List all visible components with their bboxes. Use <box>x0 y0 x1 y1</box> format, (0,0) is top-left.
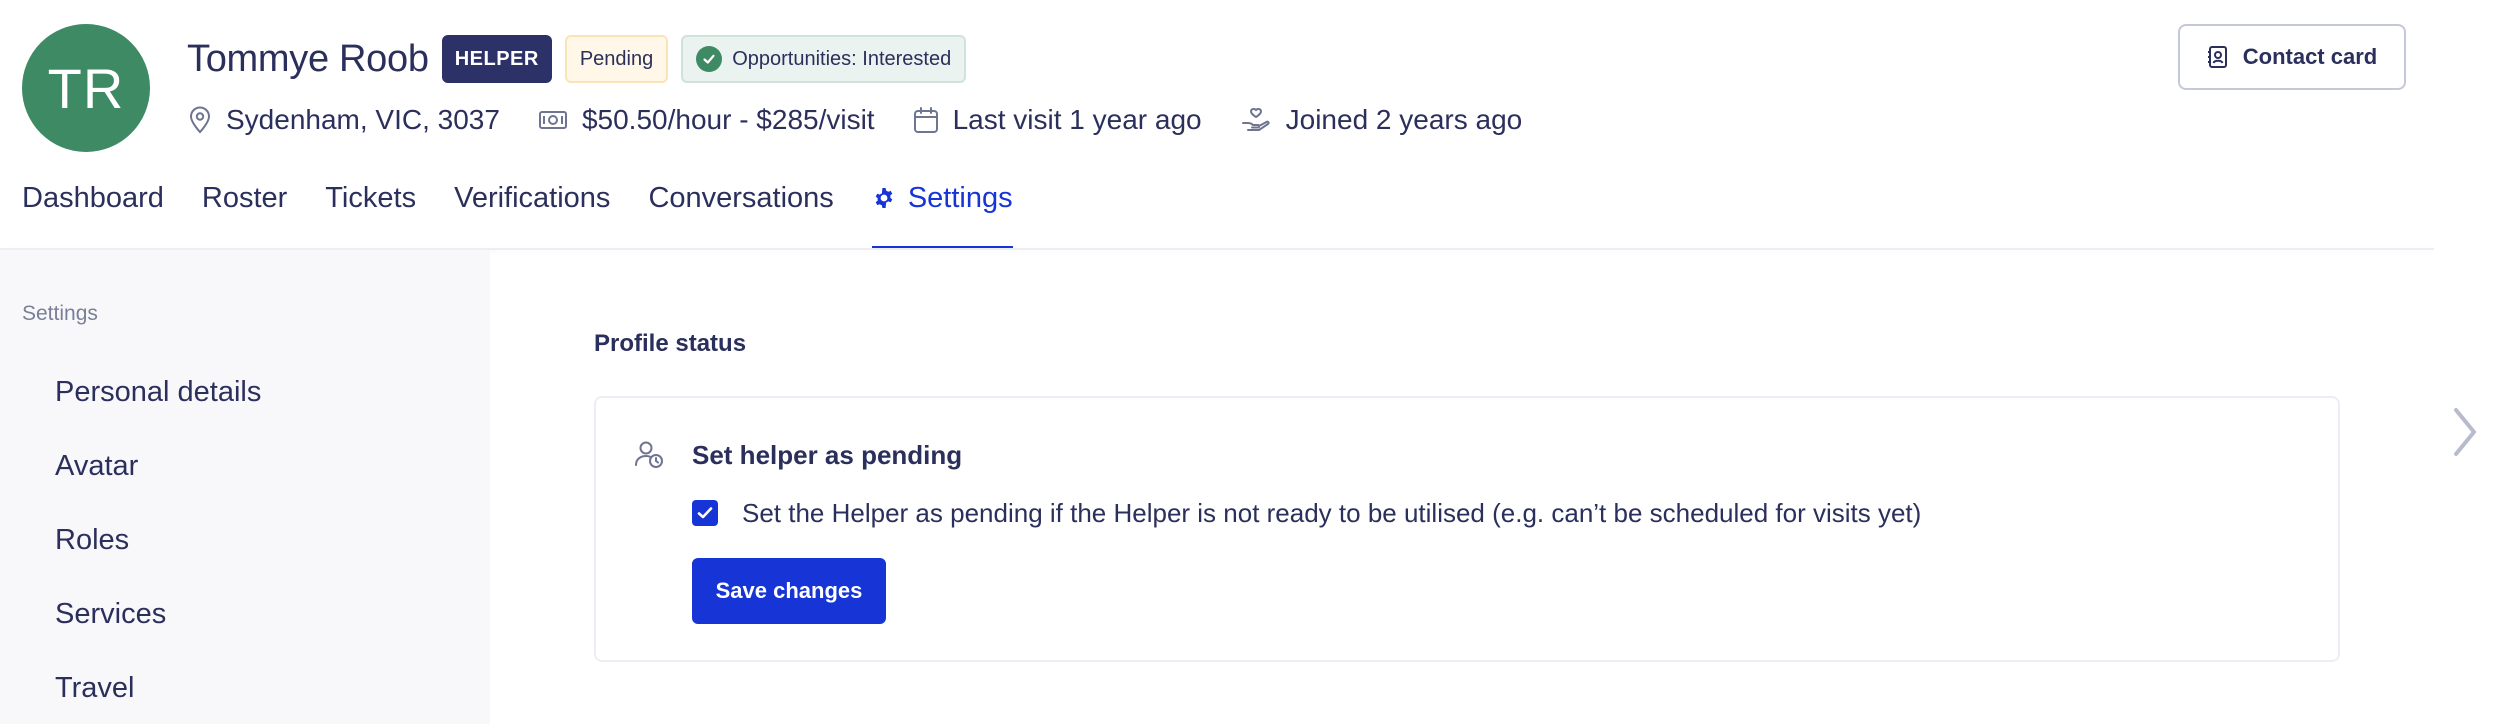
name-row: Tommye Roob HELPER Pending Opportunities… <box>187 34 967 84</box>
sidebar-item-services[interactable]: Services <box>55 598 166 631</box>
profile-meta: Sydenham, VIC, 3037 $50.50/hour - $285/v… <box>188 100 1560 140</box>
tab-roster[interactable]: Roster <box>202 170 287 250</box>
tab-label: Tickets <box>325 182 417 214</box>
tab-label: Settings <box>907 182 1013 214</box>
gear-icon <box>875 188 893 208</box>
profile-header: TR Tommye Roob HELPER Pending Opportunit… <box>0 0 2434 250</box>
chevron-right-icon[interactable] <box>2450 404 2480 460</box>
sidebar-title: Settings <box>22 302 98 325</box>
contact-card-button[interactable]: Contact card <box>2178 24 2406 90</box>
tab-dashboard[interactable]: Dashboard <box>22 170 164 250</box>
calendar-icon <box>913 107 938 133</box>
location: Sydenham, VIC, 3037 <box>188 104 500 136</box>
section-title: Profile status <box>594 330 747 357</box>
last-visit: Last visit 1 year ago <box>913 104 1202 136</box>
last-visit-text: Last visit 1 year ago <box>952 104 1202 135</box>
sidebar-item-travel[interactable]: Travel <box>55 672 135 705</box>
contact-card-label: Contact card <box>2242 44 2378 69</box>
profile-name: Tommye Roob <box>187 37 429 80</box>
cash-icon <box>538 111 567 129</box>
save-changes-button[interactable]: Save changes <box>692 558 886 624</box>
tab-verifications[interactable]: Verifications <box>454 170 610 250</box>
tab-conversations[interactable]: Conversations <box>648 170 833 250</box>
profile-tabs: Dashboard Roster Tickets Verifications C… <box>22 170 1051 250</box>
profile-status-card: Set helper as pending Set the Helper as … <box>594 396 2340 662</box>
hand-heart-icon <box>1241 107 1270 131</box>
tab-label: Conversations <box>648 182 834 214</box>
check-circle-icon <box>696 46 723 72</box>
opportunities-badge: Opportunities: Interested <box>681 35 967 83</box>
pending-checkbox-label[interactable]: Set the Helper as pending if the Helper … <box>742 498 1921 529</box>
location-text: Sydenham, VIC, 3037 <box>226 104 500 135</box>
joined-text: Joined 2 years ago <box>1285 104 1523 135</box>
helper-profile-page: TR Tommye Roob HELPER Pending Opportunit… <box>0 0 2504 724</box>
opportunities-badge-label: Opportunities: Interested <box>732 47 952 70</box>
checkmark-icon <box>697 507 713 519</box>
tab-label: Verifications <box>454 182 611 214</box>
sidebar-item-roles[interactable]: Roles <box>55 524 129 557</box>
user-pending-icon <box>635 441 663 468</box>
tab-settings[interactable]: Settings <box>871 170 1013 250</box>
pending-checkbox[interactable] <box>692 500 718 526</box>
card-title: Set helper as pending <box>692 440 963 470</box>
sidebar-item-avatar[interactable]: Avatar <box>55 450 138 483</box>
joined: Joined 2 years ago <box>1240 104 1523 136</box>
avatar: TR <box>22 24 150 152</box>
location-pin-icon <box>189 106 211 134</box>
tab-tickets[interactable]: Tickets <box>325 170 416 250</box>
status-badge: Pending <box>564 35 669 83</box>
tab-label: Dashboard <box>22 182 164 214</box>
rate-text: $50.50/hour - $285/visit <box>581 104 875 135</box>
rate: $50.50/hour - $285/visit <box>538 104 875 136</box>
settings-sidebar: Settings Personal details Avatar Roles S… <box>0 250 490 724</box>
role-badge: HELPER <box>441 35 552 83</box>
sidebar-item-personal-details[interactable]: Personal details <box>55 376 261 409</box>
tab-label: Roster <box>201 182 288 214</box>
avatar-initials: TR <box>47 56 125 120</box>
contact-card-icon <box>2207 46 2227 68</box>
